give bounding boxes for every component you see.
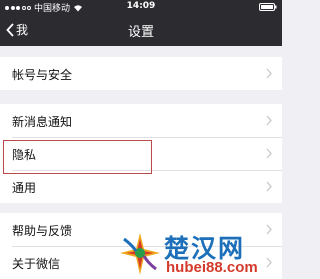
status-time: 14:09 <box>126 1 156 11</box>
settings-item-label: 帮助与反馈 <box>12 224 73 238</box>
settings-group-general: 新消息通知 隐私 通用 <box>0 104 282 203</box>
settings-item-label: 通用 <box>12 181 37 195</box>
settings-item-label: 隐私 <box>12 148 37 162</box>
settings-item-label: 帐号与安全 <box>12 68 73 82</box>
settings-item-label: 新消息通知 <box>12 115 73 129</box>
chevron-right-icon <box>266 115 272 126</box>
chevron-right-icon <box>266 181 272 192</box>
settings-item-privacy[interactable]: 隐私 <box>0 137 282 170</box>
watermark-logo-icon <box>120 233 160 275</box>
watermark: 楚汉网 hubei88.com <box>116 229 282 279</box>
settings-item-account-security[interactable]: 帐号与安全 <box>0 57 282 90</box>
status-bar: 中国移动 14:09 <box>0 0 282 14</box>
chevron-right-icon <box>266 148 272 159</box>
battery-icon <box>259 3 277 11</box>
nav-bar: 我 设置 <box>0 14 282 46</box>
chevron-right-icon <box>266 68 272 79</box>
settings-item-general[interactable]: 通用 <box>0 170 282 203</box>
settings-item-label: 关于微信 <box>12 257 61 271</box>
watermark-url: hubei88.com <box>166 259 258 276</box>
settings-group-account: 帐号与安全 <box>0 57 282 90</box>
settings-item-notifications[interactable]: 新消息通知 <box>0 104 282 137</box>
page-title: 设置 <box>127 25 154 40</box>
